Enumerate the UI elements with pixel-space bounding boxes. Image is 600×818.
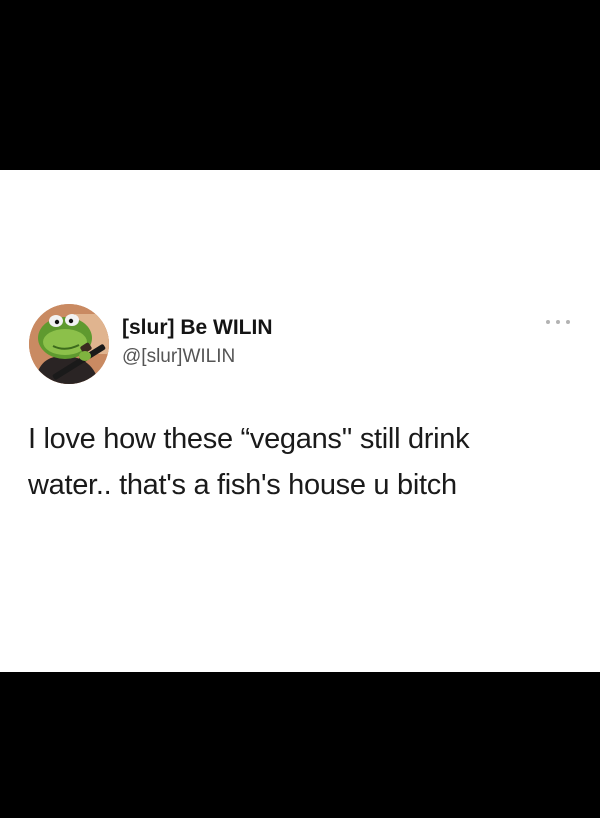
tweet-text-line: I love how these “vegans'' still drink <box>28 423 470 455</box>
author-avatar[interactable] <box>29 304 109 384</box>
author-handle[interactable]: @[slur]WILIN <box>122 346 235 368</box>
screenshot-frame: [slur] Be WILIN @[slur]WILIN I love how … <box>0 0 600 818</box>
tweet-text-line: water.. that's a fish's house u bitch <box>28 469 457 501</box>
tweet-body: I love how these “vegans'' still drink w… <box>28 416 568 508</box>
frog-avatar-icon <box>29 304 109 384</box>
more-options-icon[interactable] <box>546 318 570 326</box>
tweet-card: [slur] Be WILIN @[slur]WILIN I love how … <box>0 170 600 672</box>
author-display-name[interactable]: [slur] Be WILIN <box>122 316 273 340</box>
more-dot <box>546 320 550 324</box>
more-dot <box>566 320 570 324</box>
more-dot <box>556 320 560 324</box>
